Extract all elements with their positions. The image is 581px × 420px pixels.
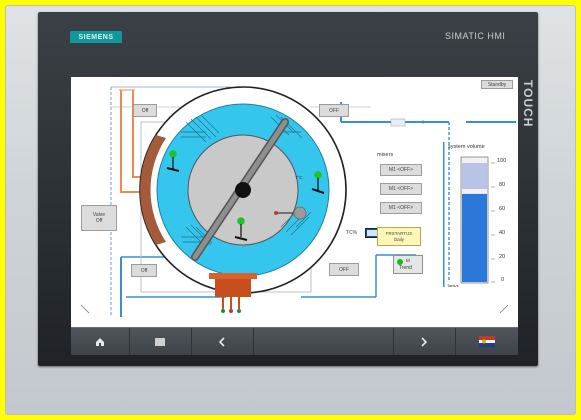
valve-status-box[interactable]: Valve Off (81, 205, 117, 231)
tank-level-fill (462, 193, 487, 282)
gauge-tick-40: 40 (499, 230, 506, 236)
prev-button[interactable] (191, 328, 254, 355)
menu-icon (155, 337, 165, 346)
valve-bottom-left[interactable]: Off (131, 264, 157, 277)
valve-status-line2: Off (95, 218, 103, 224)
temperature-marker: 7°C (295, 175, 303, 180)
gauge-tick-100: 100 (497, 158, 507, 164)
next-button[interactable] (393, 328, 456, 355)
standby-button[interactable]: Standby (481, 80, 513, 89)
trend-button-line1: M (406, 258, 410, 263)
nav-spacer (253, 328, 394, 355)
trend-button-line2: Trend (399, 265, 412, 271)
status-box[interactable]: FRSTARTUS Daily (377, 227, 421, 246)
valve-top-left[interactable]: Off (133, 104, 157, 117)
mixer-2-button[interactable]: M1 <OFF> (380, 183, 422, 195)
mixers-title: mixers (377, 152, 394, 158)
valve-bottom-right[interactable]: OFF (329, 263, 359, 276)
gauge-tick-20: 20 (499, 254, 506, 260)
valve-top-right[interactable]: OFF (319, 104, 349, 117)
brand-logo: SIEMENS (70, 31, 122, 43)
chevron-right-icon (421, 336, 428, 347)
pump-label: TC% (346, 230, 358, 236)
trend-button[interactable]: M Trend (393, 255, 423, 274)
gauge-tick-60: 60 (499, 206, 506, 212)
mixer-1-button[interactable]: M1 <OFF> (380, 164, 422, 176)
gauge-tick-0: 0 (501, 277, 505, 283)
menu-button[interactable] (129, 328, 192, 355)
home-icon (96, 337, 104, 346)
status-box-line2: Daily (393, 236, 404, 242)
hmi-screen: Standby Off OFF Off OFF Valve Off 7°C TC… (71, 77, 518, 327)
gauge-tick-80: 80 (499, 182, 506, 188)
flag-icon (478, 336, 495, 347)
gauge-sublabel: Tank/s (447, 283, 459, 288)
chevron-left-icon (218, 336, 225, 347)
mixer-3-button[interactable]: M1 <OFF> (380, 202, 422, 214)
home-button[interactable] (71, 328, 130, 355)
touch-label: TOUCH (521, 80, 535, 128)
model-label: SIMATIC HMI (445, 31, 506, 41)
system-volume-title: system volume (448, 144, 485, 150)
navigation-bar (71, 327, 518, 355)
language-button[interactable] (455, 328, 518, 355)
